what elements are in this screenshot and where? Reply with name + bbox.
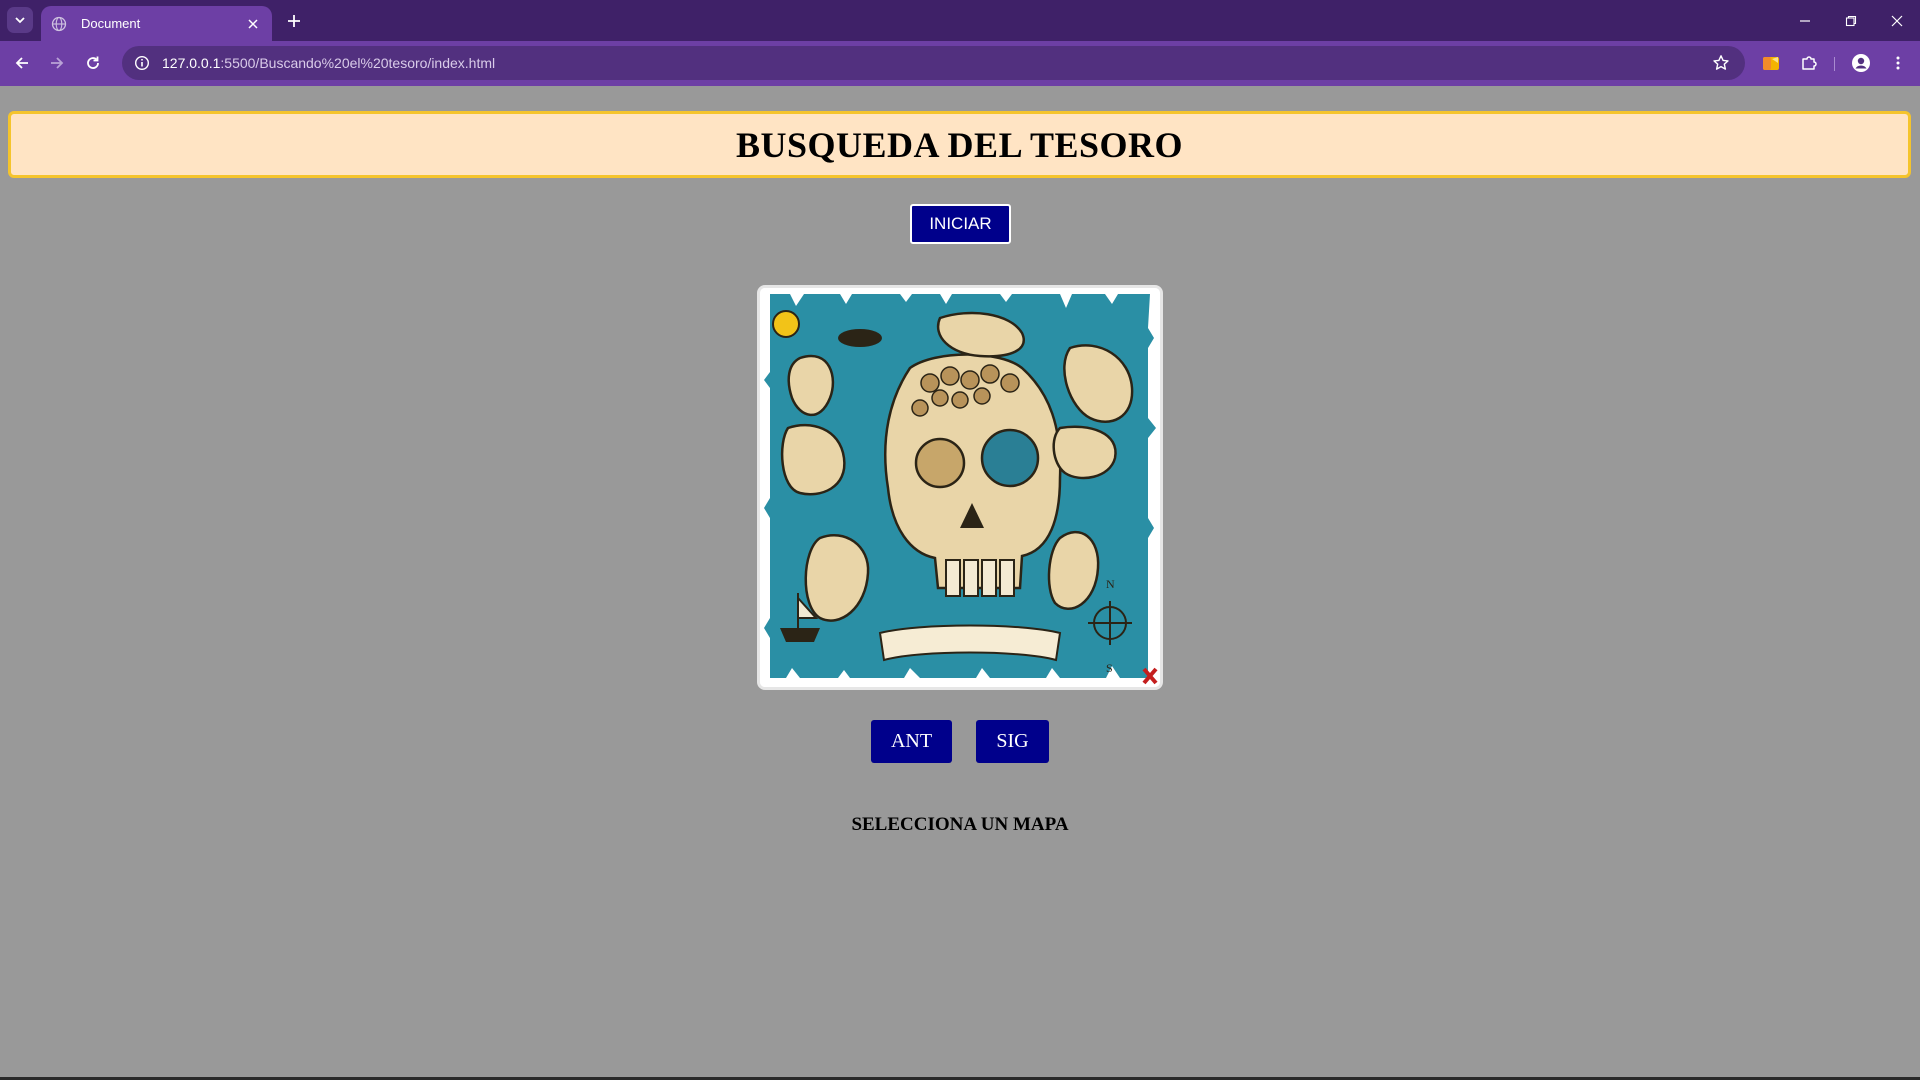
close-icon[interactable] xyxy=(244,15,262,33)
page-body: BUSQUEDA DEL TESORO INICIAR N S ANT SIG … xyxy=(0,86,1920,1080)
start-button[interactable]: INICIAR xyxy=(910,204,1011,244)
url-text: 127.0.0.1:5500/Buscando%20el%20tesoro/in… xyxy=(162,55,495,71)
status-message: SELECCIONA UN MAPA xyxy=(851,814,1069,835)
page-title: BUSQUEDA DEL TESORO xyxy=(736,124,1183,165)
arrow-left-icon[interactable] xyxy=(8,49,36,77)
restore-icon[interactable] xyxy=(1828,0,1874,41)
minimize-icon[interactable] xyxy=(1782,0,1828,41)
url-path: :5500/Buscando%20el%20tesoro/index.html xyxy=(220,55,496,71)
close-icon[interactable] xyxy=(1874,0,1920,41)
toolbar-separator xyxy=(1834,57,1835,71)
map-illustration: N S xyxy=(760,288,1160,687)
globe-icon xyxy=(51,16,67,32)
colorful-extension-icon[interactable] xyxy=(1757,49,1785,77)
kebab-menu-icon[interactable] xyxy=(1884,49,1912,77)
svg-text:S: S xyxy=(1106,661,1113,675)
plus-icon[interactable] xyxy=(282,9,306,33)
browser-toolbar: 127.0.0.1:5500/Buscando%20el%20tesoro/in… xyxy=(0,41,1920,86)
reload-icon[interactable] xyxy=(79,49,107,77)
browser-tab-strip: Document xyxy=(0,0,1920,41)
treasure-map-image: N S xyxy=(757,285,1163,690)
person-icon[interactable] xyxy=(1847,49,1875,77)
next-button[interactable]: SIG xyxy=(976,720,1049,763)
puzzle-icon[interactable] xyxy=(1795,49,1823,77)
star-icon[interactable] xyxy=(1711,53,1731,73)
previous-button[interactable]: ANT xyxy=(871,720,952,763)
arrow-right-icon[interactable] xyxy=(43,49,71,77)
address-bar[interactable]: 127.0.0.1:5500/Buscando%20el%20tesoro/in… xyxy=(122,46,1745,80)
chevron-down-icon[interactable] xyxy=(7,7,33,33)
title-banner: BUSQUEDA DEL TESORO xyxy=(8,111,1911,178)
svg-text:N: N xyxy=(1106,577,1115,591)
tab-title: Document xyxy=(81,16,141,31)
browser-tab[interactable]: Document xyxy=(41,6,272,41)
info-icon[interactable] xyxy=(132,53,152,73)
url-host: 127.0.0.1 xyxy=(162,55,221,71)
